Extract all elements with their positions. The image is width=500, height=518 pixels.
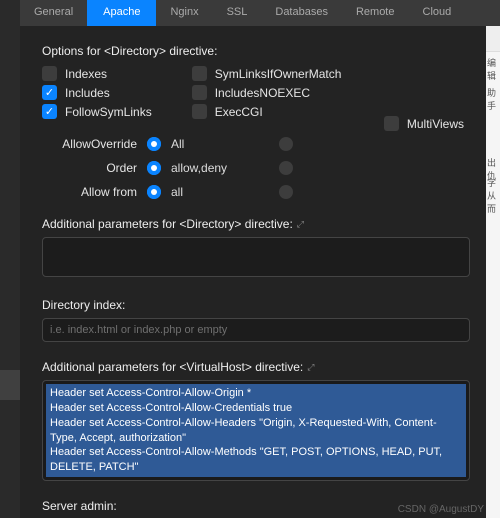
directory-index-title: Directory index: [42, 298, 125, 312]
checkbox-symlinksifownermatch[interactable]: SymLinksIfOwnerMatch [192, 66, 342, 81]
tab-apache[interactable]: Apache [87, 0, 156, 26]
allowoverride-value: All [171, 137, 241, 151]
checkbox-execcgi[interactable]: ExecCGI [192, 104, 342, 119]
checkbox-icon [192, 85, 207, 100]
tab-remote[interactable]: Remote [342, 0, 409, 26]
checkbox-icon [42, 66, 57, 81]
addl-vhost-input[interactable]: Header set Access-Control-Allow-Origin *… [42, 380, 470, 481]
radio-order-off[interactable] [279, 161, 293, 175]
checkbox-icon [192, 66, 207, 81]
checkbox-followsymlinks[interactable]: ✓ FollowSymLinks [42, 104, 152, 119]
addl-vhost-title: Additional parameters for <VirtualHost> … [42, 360, 303, 374]
checkbox-label: IncludesNOEXEC [215, 86, 310, 100]
radio-allowoverride-off[interactable] [279, 137, 293, 151]
allowoverride-label: AllowOverride [42, 137, 137, 151]
checkbox-indexes[interactable]: Indexes [42, 66, 152, 81]
checkbox-includesnoexec[interactable]: IncludesNOEXEC [192, 85, 342, 100]
tab-nginx[interactable]: Nginx [156, 0, 212, 26]
radio-order-on[interactable] [147, 161, 161, 175]
directory-index-input[interactable] [42, 318, 470, 342]
checkbox-includes[interactable]: ✓ Includes [42, 85, 152, 100]
order-value: allow,deny [171, 161, 241, 175]
radio-allowfrom-off[interactable] [279, 185, 293, 199]
background-window-peek: 助手 编辑 出仇 字从而 [486, 26, 500, 518]
addl-vhost-selected-text: Header set Access-Control-Allow-Origin *… [46, 384, 466, 477]
tab-ssl[interactable]: SSL [213, 0, 262, 26]
checkbox-label: Includes [65, 86, 110, 100]
addl-directory-input[interactable] [42, 237, 470, 277]
tab-cloud[interactable]: Cloud [409, 0, 466, 26]
checkbox-icon [384, 116, 399, 131]
checkbox-icon [192, 104, 207, 119]
apache-panel: Options for <Directory> directive: Index… [20, 26, 486, 518]
allowfrom-value: all [171, 185, 241, 199]
expand-icon[interactable]: ⤢ [307, 362, 314, 373]
radio-allowfrom-on[interactable] [147, 185, 161, 199]
checkbox-label: ExecCGI [215, 105, 263, 119]
checkbox-multiviews[interactable]: MultiViews [384, 116, 464, 131]
addl-directory-title: Additional parameters for <Directory> di… [42, 217, 293, 231]
expand-icon[interactable]: ⤢ [297, 219, 304, 230]
checkbox-label: Indexes [65, 67, 107, 81]
order-label: Order [42, 161, 137, 175]
checkbox-label: MultiViews [407, 117, 464, 131]
check-icon: ✓ [42, 85, 57, 100]
tab-general[interactable]: General [20, 0, 87, 26]
watermark: CSDN @AugustDY [398, 504, 484, 515]
server-admin-title: Server admin: [42, 499, 117, 513]
directory-options-title: Options for <Directory> directive: [42, 44, 470, 58]
allowfrom-label: Allow from [42, 185, 137, 199]
radio-allowoverride-on[interactable] [147, 137, 161, 151]
checkbox-label: FollowSymLinks [65, 105, 152, 119]
tabbar: General Apache Nginx SSL Databases Remot… [20, 0, 500, 26]
left-sidebar-strip [0, 0, 20, 518]
checkbox-label: SymLinksIfOwnerMatch [215, 67, 342, 81]
check-icon: ✓ [42, 104, 57, 119]
tab-databases[interactable]: Databases [261, 0, 342, 26]
